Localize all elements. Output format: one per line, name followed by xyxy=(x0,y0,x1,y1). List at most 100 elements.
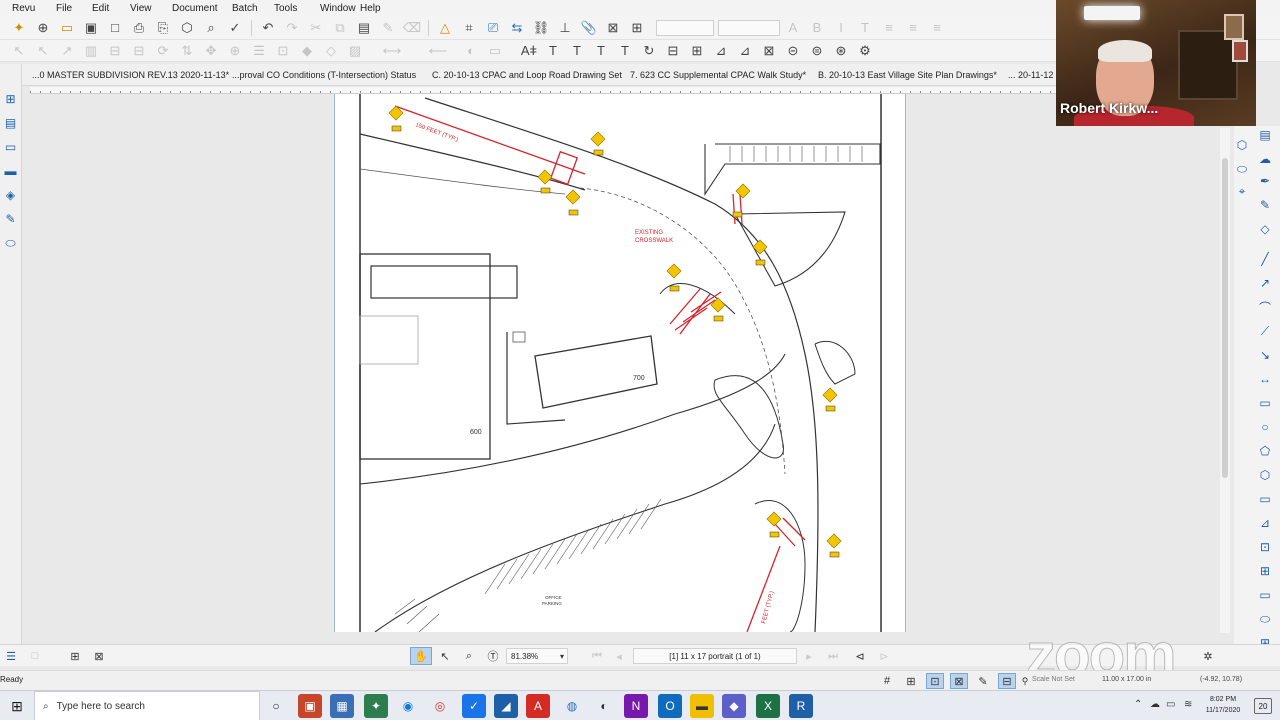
shapes-icon[interactable]: ⬭ xyxy=(1233,160,1251,178)
excel-icon[interactable]: X xyxy=(756,694,780,718)
windows-start-icon[interactable]: ⊞ xyxy=(0,691,34,720)
file-explorer-icon[interactable]: ▬ xyxy=(690,694,714,718)
menu-view[interactable]: View xyxy=(124,3,166,14)
zoom-tool-icon[interactable]: ⌕ xyxy=(460,647,478,665)
properties-panel-icon[interactable]: ▤ xyxy=(1256,126,1274,144)
distribute-icon[interactable]: ⊟ xyxy=(128,41,150,61)
settings-gear-icon[interactable]: ✲ xyxy=(1200,647,1216,665)
opacity-icon[interactable]: ◐ xyxy=(460,41,482,61)
hatch-icon[interactable]: ▨ xyxy=(344,41,366,61)
task-view-icon[interactable]: ▣ xyxy=(298,694,322,718)
page-setup-icon[interactable]: ⊟ xyxy=(662,41,684,61)
menu-tools[interactable]: Tools xyxy=(268,3,314,14)
measure-area-icon[interactable]: ⊿ xyxy=(734,41,756,61)
panel-list-icon[interactable]: ☰ xyxy=(2,647,20,665)
snap-markup-icon[interactable]: ⊠ xyxy=(950,673,968,689)
callout-arrow-icon[interactable]: ↘ xyxy=(1256,346,1274,364)
measure-icon[interactable]: ⊿ xyxy=(710,41,732,61)
sync-icon[interactable]: ⊝ xyxy=(782,41,804,61)
save-as-icon[interactable]: □ xyxy=(104,18,126,38)
image-icon[interactable]: ⊡ xyxy=(1256,538,1274,556)
forward-view-icon[interactable]: ⊳ xyxy=(876,647,892,665)
clear-icon[interactable]: ⌫ xyxy=(401,18,423,38)
arrow-tool-icon[interactable]: ↗ xyxy=(56,41,78,61)
vertical-scrollbar[interactable] xyxy=(1220,128,1230,633)
rotate-icon[interactable]: ⟳ xyxy=(152,41,174,61)
thumbnails-icon[interactable]: ⊞ xyxy=(2,90,20,108)
arrow-icon[interactable]: ↗ xyxy=(1256,274,1274,292)
stamp-icon[interactable]: ⊥ xyxy=(554,18,576,38)
settings-icon[interactable]: ⚙ xyxy=(854,41,876,61)
menu-revu[interactable]: Revu xyxy=(6,3,50,14)
link-icon[interactable]: ⛓ xyxy=(530,18,552,38)
measure-tool-icon[interactable]: ⊿ xyxy=(1256,514,1274,532)
snap-content-icon[interactable]: ⊡ xyxy=(926,673,944,689)
flip-icon[interactable]: ⇅ xyxy=(176,41,198,61)
first-page-icon[interactable]: ⏮ xyxy=(590,647,604,665)
dimension-icon[interactable]: ↔ xyxy=(1256,370,1274,388)
cortana-icon[interactable]: ○ xyxy=(264,694,288,718)
layers-icon[interactable]: ◈ xyxy=(2,186,20,204)
package-icon[interactable]: ⬡ xyxy=(176,18,198,38)
calculator-icon[interactable]: ▦ xyxy=(330,694,354,718)
line-width-icon[interactable]: ⟷ xyxy=(368,41,416,61)
outlook-icon[interactable]: O xyxy=(658,694,682,718)
chrome-icon[interactable]: ◎ xyxy=(428,694,452,718)
tool-chest-icon[interactable]: ▬ xyxy=(2,162,20,180)
cube-icon[interactable]: ⬡ xyxy=(1233,136,1251,154)
menu-batch[interactable]: Batch xyxy=(226,3,268,14)
eraser-icon[interactable]: ◇ xyxy=(1256,220,1274,238)
zoom-dropdown-icon[interactable]: ▾ xyxy=(556,647,568,665)
polygon-icon[interactable]: ⬠ xyxy=(1256,442,1274,460)
panel-blank-icon[interactable]: □ xyxy=(26,647,44,665)
grid-icon[interactable]: # xyxy=(878,673,896,689)
sign-icon[interactable]: ⊞ xyxy=(626,18,648,38)
links-icon[interactable]: ⬭ xyxy=(2,234,20,252)
typewriter-icon[interactable]: T xyxy=(566,41,588,61)
tab-master-subdivision[interactable]: ...0 MASTER SUBDIVISION REV.13 2020-11-1… xyxy=(22,70,229,80)
split-view-icon[interactable]: ⊞ xyxy=(686,41,708,61)
bold-icon[interactable]: B xyxy=(806,18,828,38)
hyperlink-icon[interactable]: ⬭ xyxy=(1256,610,1274,628)
sync-view-icon[interactable]: ⊟ xyxy=(998,673,1016,689)
attach-icon[interactable]: 📎 xyxy=(578,18,600,38)
rotate-page-icon[interactable]: ↻ xyxy=(638,41,660,61)
format-painter-icon[interactable]: ✎ xyxy=(377,18,399,38)
edge-browser-icon[interactable]: ◉ xyxy=(396,694,420,718)
print-icon[interactable]: ⎙ xyxy=(128,18,150,38)
revu-icon[interactable]: R xyxy=(789,694,813,718)
line-style-icon[interactable]: ⟵ xyxy=(418,41,458,61)
select-text-icon[interactable]: ↖ xyxy=(436,647,454,665)
polyline-icon[interactable]: ⟋ xyxy=(1256,322,1274,340)
font-family-select[interactable] xyxy=(656,19,714,36)
next-page-icon[interactable]: ▸ xyxy=(802,647,816,665)
save-icon[interactable]: ▣ xyxy=(80,18,102,38)
tab-cpac-walk-study[interactable]: 7. 623 CC Supplemental CPAC Walk Study* xyxy=(620,70,808,80)
group-icon[interactable]: ▥ xyxy=(80,41,102,61)
line-color-icon[interactable]: ◇ xyxy=(320,41,342,61)
calibrate-icon[interactable]: ⊠ xyxy=(758,41,780,61)
tab-co-conditions[interactable]: ...proval CO Conditions (T-Intersection)… xyxy=(222,70,422,80)
font-color-icon[interactable]: A xyxy=(782,18,804,38)
compare-icon[interactable]: ⇆ xyxy=(506,18,528,38)
app-icon-1[interactable]: ✦ xyxy=(364,694,388,718)
search-icon[interactable]: ⌕ xyxy=(200,18,222,38)
onenote-icon[interactable]: N xyxy=(624,694,648,718)
lasso-icon[interactable]: ↖ xyxy=(32,41,54,61)
cloud-shape-icon[interactable]: ⬡ xyxy=(1256,466,1274,484)
flatten-icon[interactable]: ⊠ xyxy=(602,18,624,38)
cut-icon[interactable]: ✂ xyxy=(305,18,327,38)
align-icon[interactable]: ⊟ xyxy=(104,41,126,61)
spellcheck-icon[interactable]: ✓ xyxy=(224,18,246,38)
select-tool-icon[interactable]: ↖ xyxy=(8,41,30,61)
copy-icon[interactable]: ⧉ xyxy=(329,18,351,38)
menu-window[interactable]: Window xyxy=(314,3,356,14)
sheet-settings-icon[interactable]: ⊠ xyxy=(90,647,108,665)
taskbar-clock[interactable]: 8:02 PM 11/17/2020 xyxy=(1198,694,1248,716)
fill-color-icon[interactable]: ◆ xyxy=(296,41,318,61)
onedrive-icon[interactable]: ☁ xyxy=(1150,699,1160,710)
crop-icon[interactable]: ⌗ xyxy=(458,18,480,38)
new-file-icon[interactable]: ⊕ xyxy=(32,18,54,38)
scrollbar-thumb[interactable] xyxy=(1222,158,1228,478)
line-icon[interactable]: ╱ xyxy=(1256,250,1274,268)
